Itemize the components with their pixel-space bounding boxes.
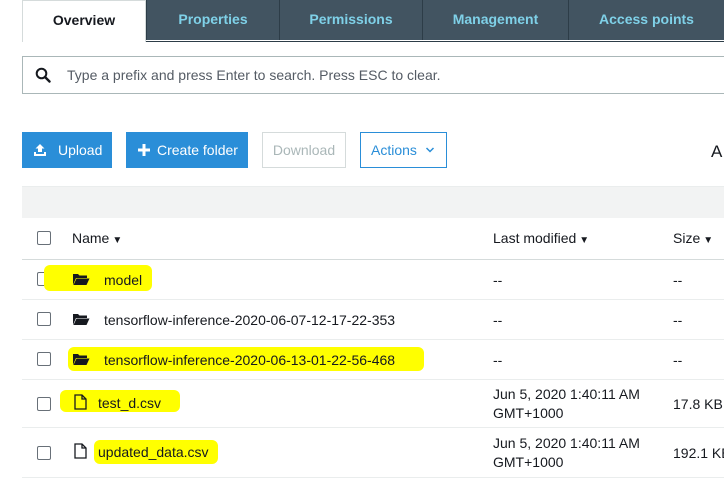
- table-top-bar: [22, 186, 724, 219]
- file-icon: [74, 443, 87, 459]
- table-row[interactable]: updated_data.csv Jun 5, 2020 1:40:11 AM …: [22, 428, 724, 478]
- column-name-label: Name: [72, 230, 110, 246]
- download-button[interactable]: Download: [262, 132, 346, 168]
- object-name[interactable]: test_d.csv: [98, 395, 161, 411]
- row-checkbox[interactable]: [37, 312, 51, 326]
- table-header: Name ▼ Last modified ▼ Size ▼: [22, 218, 724, 260]
- size: --: [673, 352, 683, 368]
- size: --: [673, 312, 683, 328]
- create-folder-button[interactable]: Create folder: [126, 132, 248, 168]
- size: 17.8 KB: [673, 396, 723, 412]
- tab-permissions[interactable]: Permissions: [279, 0, 422, 40]
- last-modified: --: [493, 272, 503, 288]
- file-icon: [74, 394, 87, 410]
- last-modified-timezone: GMT+1000: [493, 405, 564, 421]
- last-modified-timezone: GMT+1000: [493, 454, 564, 470]
- upload-label: Upload: [58, 142, 103, 158]
- row-checkbox[interactable]: [37, 397, 51, 411]
- last-modified-date: Jun 5, 2020 1:40:11 AM: [493, 386, 640, 402]
- last-modified: Jun 5, 2020 1:40:11 AM GMT+1000: [493, 434, 640, 472]
- tab-overview[interactable]: Overview: [22, 0, 146, 42]
- table-row[interactable]: tensorflow-inference-2020-06-13-01-22-56…: [22, 340, 724, 380]
- sort-caret-icon: ▼: [112, 235, 123, 246]
- actions-label: Actions: [371, 142, 417, 158]
- folder-icon: [73, 274, 90, 285]
- actions-button[interactable]: Actions: [360, 132, 447, 168]
- last-modified-date: Jun 5, 2020 1:40:11 AM: [493, 435, 640, 451]
- upload-button[interactable]: Upload: [22, 132, 112, 168]
- last-modified: Jun 5, 2020 1:40:11 AM GMT+1000: [493, 385, 640, 423]
- object-name[interactable]: model: [104, 272, 142, 288]
- tab-divider: [146, 41, 724, 42]
- folder-icon: [73, 354, 90, 365]
- row-checkbox[interactable]: [37, 352, 51, 366]
- sort-caret-icon: ▼: [703, 235, 714, 246]
- object-name[interactable]: updated_data.csv: [98, 444, 209, 460]
- column-size[interactable]: Size ▼: [673, 230, 713, 246]
- tab-bar: Overview Properties Permissions Manageme…: [0, 0, 724, 42]
- last-modified: --: [493, 352, 503, 368]
- search-icon: [35, 67, 51, 83]
- search-input[interactable]: [67, 65, 687, 85]
- chevron-down-icon: [425, 147, 435, 153]
- tab-management[interactable]: Management: [422, 0, 568, 40]
- size: --: [673, 272, 683, 288]
- column-name[interactable]: Name ▼: [72, 230, 122, 246]
- create-folder-label: Create folder: [157, 142, 238, 158]
- column-last-modified-label: Last modified: [493, 230, 577, 246]
- select-all-checkbox[interactable]: [37, 231, 51, 245]
- truncated-text: A: [711, 142, 723, 161]
- sort-caret-icon: ▼: [579, 235, 590, 246]
- plus-icon: [138, 144, 150, 156]
- object-name[interactable]: tensorflow-inference-2020-06-07-12-17-22…: [104, 312, 395, 328]
- table-row[interactable]: test_d.csv Jun 5, 2020 1:40:11 AM GMT+10…: [22, 380, 724, 428]
- row-checkbox[interactable]: [37, 446, 51, 460]
- search-box: [22, 56, 724, 94]
- size: 192.1 KB: [673, 445, 724, 461]
- column-size-label: Size: [673, 230, 701, 246]
- table-row[interactable]: model -- --: [22, 260, 724, 300]
- last-modified: --: [493, 312, 503, 328]
- object-name[interactable]: tensorflow-inference-2020-06-13-01-22-56…: [104, 352, 395, 368]
- table-row[interactable]: tensorflow-inference-2020-06-07-12-17-22…: [22, 300, 724, 340]
- column-last-modified[interactable]: Last modified ▼: [493, 230, 589, 246]
- tab-access-points[interactable]: Access points: [568, 0, 724, 40]
- upload-icon: [34, 144, 46, 156]
- tab-properties[interactable]: Properties: [146, 0, 279, 40]
- folder-icon: [73, 314, 90, 325]
